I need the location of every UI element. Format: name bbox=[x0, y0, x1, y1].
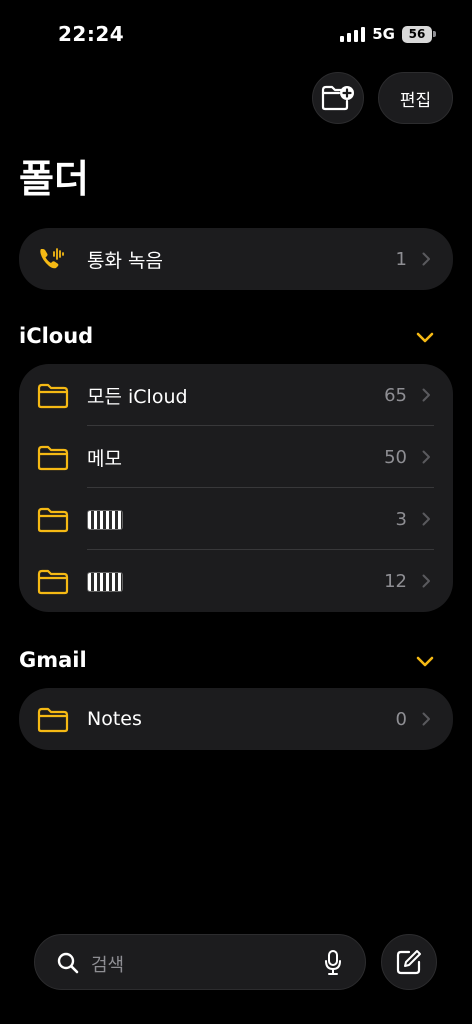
chevron-right-icon bbox=[422, 574, 430, 588]
call-recordings-card: 통화 녹음 1 bbox=[19, 228, 453, 290]
section-header-gmail[interactable]: Gmail bbox=[19, 648, 87, 672]
folder-label-redacted bbox=[87, 508, 123, 530]
folder-icon bbox=[37, 707, 69, 733]
redacted-text bbox=[87, 509, 123, 530]
folder-count: 1 bbox=[395, 248, 407, 270]
section-header-icloud[interactable]: iCloud bbox=[19, 324, 93, 348]
battery-level: 56 bbox=[402, 25, 432, 43]
new-folder-button[interactable] bbox=[312, 72, 364, 124]
folder-row-redacted-2[interactable]: 12 bbox=[19, 550, 453, 612]
folder-label: 통화 녹음 bbox=[87, 249, 163, 272]
signal-icon bbox=[340, 26, 366, 42]
status-time: 22:24 bbox=[58, 22, 125, 46]
folder-icon bbox=[37, 569, 69, 595]
search-icon bbox=[57, 952, 79, 974]
gmail-folders-card: Notes 0 bbox=[19, 688, 453, 750]
chevron-right-icon bbox=[422, 388, 430, 402]
folder-row-redacted-1[interactable]: 3 bbox=[19, 488, 453, 550]
folder-count: 3 bbox=[395, 508, 407, 530]
folder-icon bbox=[37, 383, 69, 409]
chevron-down-icon[interactable] bbox=[416, 656, 434, 668]
folder-count: 50 bbox=[384, 446, 407, 468]
folder-count: 12 bbox=[384, 570, 407, 592]
folder-row-call-recordings[interactable]: 통화 녹음 1 bbox=[19, 228, 453, 290]
chevron-down-icon[interactable] bbox=[416, 332, 434, 344]
folder-row-notes[interactable]: Notes 0 bbox=[19, 688, 453, 750]
folder-label: 메모 bbox=[87, 447, 122, 470]
page-title: 폴더 bbox=[19, 157, 89, 201]
folder-label-redacted bbox=[87, 570, 123, 592]
folder-label: 모든 iCloud bbox=[87, 385, 188, 408]
folder-label: Notes bbox=[87, 708, 142, 730]
folder-icon bbox=[37, 507, 69, 533]
folder-row-all-icloud[interactable]: 모든 iCloud 65 bbox=[19, 364, 453, 426]
chevron-right-icon bbox=[422, 450, 430, 464]
folder-plus-icon bbox=[321, 85, 354, 111]
status-indicators: 5G 56 bbox=[340, 25, 436, 43]
network-type: 5G bbox=[372, 25, 395, 43]
search-placeholder: 검색 bbox=[91, 955, 125, 976]
chevron-right-icon bbox=[422, 252, 430, 266]
compose-icon bbox=[396, 950, 421, 975]
icloud-folders-card: 모든 iCloud 65 메모 50 3 12 bbox=[19, 364, 453, 612]
chevron-right-icon bbox=[422, 512, 430, 526]
status-bar: 22:24 5G 56 bbox=[0, 0, 472, 60]
folder-icon bbox=[37, 445, 69, 471]
redacted-text bbox=[87, 571, 123, 592]
phone-waveform-icon bbox=[40, 248, 64, 269]
folder-count: 0 bbox=[395, 708, 407, 730]
chevron-right-icon bbox=[422, 712, 430, 726]
search-bar[interactable]: 검색 bbox=[34, 934, 366, 990]
edit-button[interactable]: 편집 bbox=[378, 72, 453, 124]
compose-button[interactable] bbox=[381, 934, 437, 990]
folder-count: 65 bbox=[384, 384, 407, 406]
microphone-icon[interactable] bbox=[325, 950, 341, 976]
folder-row-memo[interactable]: 메모 50 bbox=[19, 426, 453, 488]
battery-icon: 56 bbox=[402, 25, 436, 43]
